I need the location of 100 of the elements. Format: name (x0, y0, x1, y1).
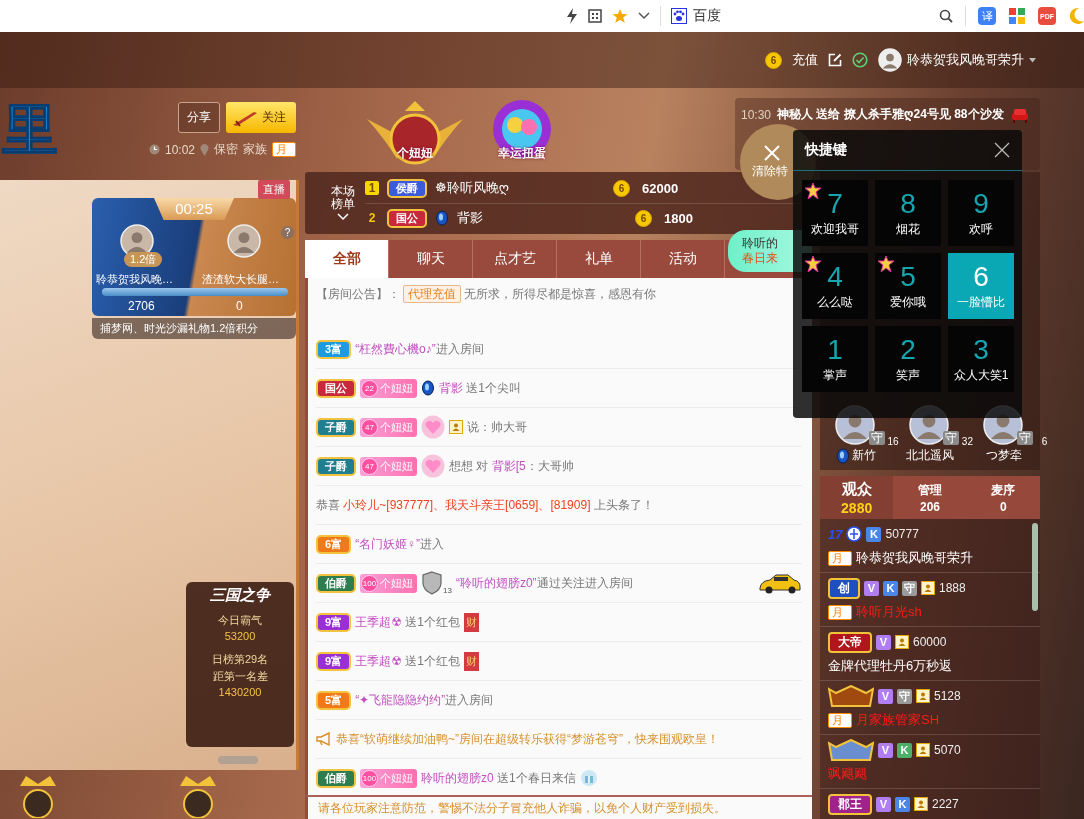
edit-icon (828, 53, 842, 67)
shield-icon (421, 571, 443, 595)
chat-message: 王季超☢ 送1个红包 (355, 652, 460, 670)
stats-tab[interactable]: 管理 206 (893, 476, 967, 519)
pk-player-name: 渣渣软大长腿… (202, 272, 279, 287)
viewer-name[interactable]: 聆恭贺我风晚哥荣升 (856, 549, 973, 567)
stats-tab[interactable]: 麦序 0 (966, 476, 1040, 519)
rank-number: 2 (367, 211, 377, 225)
host-icon (916, 689, 930, 703)
fan-badge-label: 个妞妞 (380, 380, 413, 396)
viewer-score: 50777 (885, 527, 919, 541)
recharge-link[interactable]: 充值 (792, 51, 818, 69)
guard-badge: 守 (868, 431, 885, 445)
avatar-icon (878, 48, 902, 72)
winged-crown-icon (365, 98, 465, 165)
shortcut-key[interactable]: 7 欢迎我哥 (802, 180, 868, 246)
rank-badge: 5富 (316, 690, 352, 710)
guard-tag: 守 (902, 580, 917, 596)
rank-badge: 6富 (316, 534, 352, 554)
chat-tab[interactable]: 全部 (305, 240, 389, 278)
translate-extension-icon[interactable]: 译 (978, 7, 996, 25)
shortcut-key[interactable]: 5 爱你哦 (875, 253, 941, 319)
guard-badge: 守 (943, 431, 959, 445)
viewer-score: 1888 (939, 581, 966, 595)
help-icon[interactable]: ? (281, 226, 294, 239)
location-pin-icon (200, 143, 209, 156)
ranking-name: 背影 (457, 209, 484, 227)
vip-tag: V (876, 796, 891, 812)
viewer-score: 2227 (932, 797, 959, 811)
badge-label: 幸运扭蛋 (498, 144, 546, 162)
pk-score: 2706 (128, 299, 155, 313)
chat-message: 恭喜 小玲儿~[937777]、我天斗亲王[0659]、[81909] 上头条了！ (316, 496, 654, 514)
chat-message: “聆听的翅膀z0”通过关注进入房间 (455, 574, 633, 592)
guard-name: 新竹 (851, 447, 876, 464)
star-icon (612, 8, 628, 24)
chat-message: “✦飞龍隐隐约约”进入房间 (355, 691, 494, 709)
user-menu[interactable]: 聆恭贺我风晚哥荣升 (878, 48, 1036, 72)
close-icon (994, 142, 1010, 158)
follow-button[interactable]: 关注 (226, 102, 296, 133)
carousel-indicator[interactable] (218, 756, 258, 764)
month-badge: 月 (828, 550, 852, 566)
sticker-icon (805, 183, 821, 199)
scrollbar-thumb[interactable] (1032, 523, 1038, 611)
fan-badge-label: 个妞妞 (380, 458, 413, 474)
rank-badge: 国公 (387, 208, 427, 228)
guard-level: 32 (961, 436, 973, 447)
viewer-score: 5070 (934, 743, 961, 757)
pk-player-name: 聆恭贺我风晚… (96, 272, 173, 287)
shortcut-key[interactable]: 4 么么哒 (802, 253, 868, 319)
viewer-name[interactable]: 金牌代理牡丹6万秒返 (828, 657, 953, 675)
pk-timer: 00:25 (154, 198, 234, 220)
room-title: 里 (2, 102, 58, 158)
vip-tag: V (878, 688, 893, 704)
shortcut-key[interactable]: 1 掌声 (802, 326, 868, 392)
stat-label: 距第一名差 (212, 669, 268, 684)
ticker-time: 10:30 (741, 107, 772, 122)
viewer-score: 60000 (913, 635, 947, 649)
bookmark-link[interactable]: 百度 (671, 7, 721, 25)
stats-tab[interactable]: 观众 2880 (820, 476, 894, 519)
k-tag: K (883, 580, 898, 596)
fan-badge-label: 个妞妞 (380, 770, 413, 786)
close-button[interactable] (994, 142, 1010, 158)
gift-notice-gift: 春日来 (742, 251, 779, 266)
guard-tag: 守 (897, 688, 912, 704)
chat-message: “名门妖姬♀”进入 (355, 535, 445, 553)
gift-notice-sender: 聆听的 (742, 236, 779, 251)
host-icon (914, 797, 928, 811)
chat-message: “枉然費心機o♪”进入房间 (355, 340, 484, 358)
shortcut-key[interactable]: 3 众人大笑1 (948, 326, 1014, 392)
chevron-down-icon (337, 213, 349, 222)
chat-message: 【房间公告】： 代理充值 无所求，所得尽都是惊喜，感恩有你 (316, 286, 656, 303)
shortcut-key[interactable]: 8 烟花 (875, 180, 941, 246)
shortcut-key[interactable]: 9 欢呼 (948, 180, 1014, 246)
ranking-name: ☸聆听风晚ღ (435, 179, 510, 197)
fan-level: 22 (361, 379, 378, 397)
grid-icon (1008, 7, 1026, 25)
clock-icon (148, 144, 160, 155)
gem-icon (435, 210, 449, 226)
ranking-score: 62000 (642, 180, 679, 196)
multiplier-badge: 1.2倍 (124, 252, 163, 267)
share-button[interactable]: 分享 (178, 102, 220, 133)
stat-value: 53200 (224, 630, 256, 642)
coin-icon: 6 (765, 51, 782, 69)
paw-icon (671, 8, 687, 24)
shortcut-key[interactable]: 2 笑声 (875, 326, 941, 392)
shield-level: 13 (443, 586, 452, 595)
fan-level: 47 (361, 418, 378, 436)
vip-tag: V (876, 634, 891, 650)
k-tag: K (866, 526, 882, 542)
rank-badge: 3富 (316, 339, 352, 359)
warning-notice: 请各位玩家注意防范，警惕不法分子冒充他人诈骗，以免个人财产受到损失。 (305, 795, 812, 819)
host-icon (895, 635, 909, 649)
location-text: 保密 (214, 141, 238, 158)
avatar-icon (227, 224, 261, 258)
chat-message: 说：帅大哥 (467, 418, 527, 436)
coin-icon: 6 (635, 209, 652, 227)
stat-label: 今日霸气 (218, 613, 262, 628)
guard-name: 北北遥风 (906, 447, 954, 464)
guard-level: 6 (1041, 436, 1048, 447)
k-tag: K (897, 742, 912, 758)
